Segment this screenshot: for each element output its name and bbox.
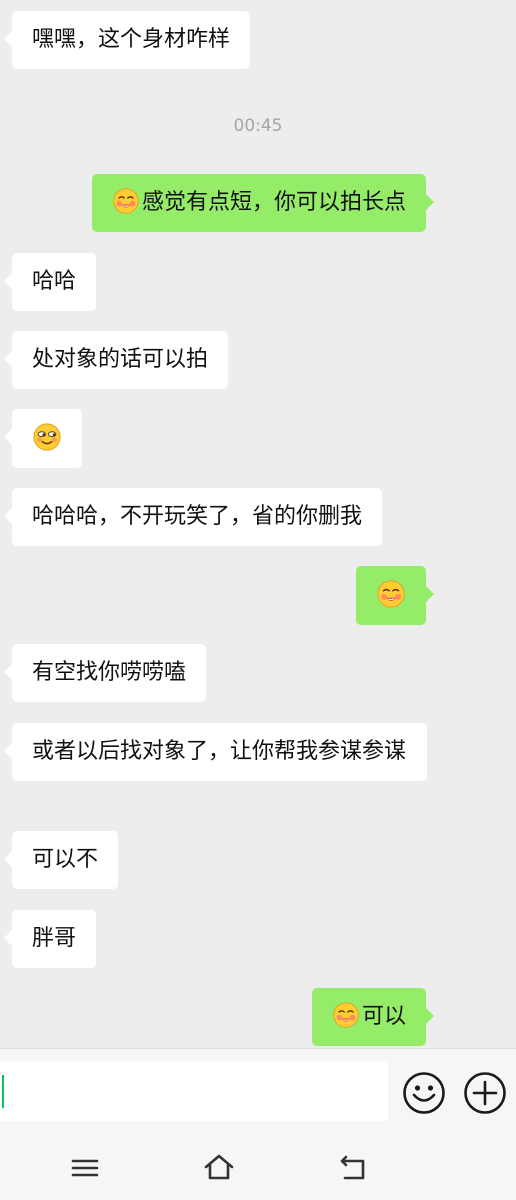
message-text: 可以 bbox=[361, 1004, 406, 1029]
smiling-face-with-red-cheeks-emoji bbox=[112, 187, 140, 215]
message-received[interactable] bbox=[4, 409, 82, 468]
message-received[interactable]: 胖哥 bbox=[3, 910, 97, 968]
message-text: 感觉有点短，你可以拍长点 bbox=[141, 190, 406, 215]
smiling-face-with-red-cheeks-emoji bbox=[332, 1001, 360, 1029]
plus-icon[interactable] bbox=[462, 1070, 508, 1116]
smug-face-emoji bbox=[32, 422, 62, 452]
message-sent[interactable] bbox=[356, 566, 434, 625]
message-text: 哈哈 bbox=[32, 269, 77, 294]
message-received[interactable]: 哈哈哈，不开玩笑了，省的你删我 bbox=[3, 488, 383, 546]
input-bar bbox=[0, 1048, 516, 1134]
message-text: 哈哈哈，不开玩笑了，省的你删我 bbox=[32, 504, 363, 529]
message-sent[interactable]: 可以 bbox=[311, 988, 435, 1046]
message-received[interactable]: 嘿嘿，这个身材咋样 bbox=[3, 11, 251, 69]
message-text: 或者以后找对象了，让你帮我参谋参谋 bbox=[32, 739, 407, 764]
system-nav-bar bbox=[0, 1134, 516, 1200]
message-input[interactable] bbox=[0, 1061, 388, 1121]
message-text: 处对象的话可以拍 bbox=[32, 347, 209, 372]
home-icon[interactable] bbox=[203, 1152, 235, 1184]
message-received[interactable]: 可以不 bbox=[3, 831, 119, 889]
message-received[interactable]: 处对象的话可以拍 bbox=[3, 331, 229, 389]
message-text: 可以不 bbox=[32, 847, 99, 872]
chat-area[interactable]: 嘿嘿，这个身材咋样 00:45 感觉有点短，你可以拍长点 哈哈 处对象的话可以拍… bbox=[0, 0, 516, 1048]
emoji-icon[interactable] bbox=[401, 1070, 447, 1116]
message-text: 胖哥 bbox=[32, 926, 77, 951]
timestamp: 00:45 bbox=[233, 116, 283, 136]
back-icon[interactable] bbox=[337, 1152, 369, 1184]
message-received[interactable]: 有空找你唠唠嗑 bbox=[3, 644, 207, 702]
message-received[interactable]: 或者以后找对象了，让你帮我参谋参谋 bbox=[4, 723, 427, 781]
smiling-face-with-red-cheeks-emoji bbox=[376, 579, 406, 609]
menu-icon[interactable] bbox=[69, 1152, 101, 1184]
message-sent[interactable]: 感觉有点短，你可以拍长点 bbox=[91, 174, 435, 232]
message-text: 嘿嘿，这个身材咋样 bbox=[32, 27, 231, 52]
text-caret bbox=[2, 1075, 4, 1108]
message-text: 有空找你唠唠嗑 bbox=[32, 660, 187, 685]
message-received[interactable]: 哈哈 bbox=[3, 253, 97, 311]
